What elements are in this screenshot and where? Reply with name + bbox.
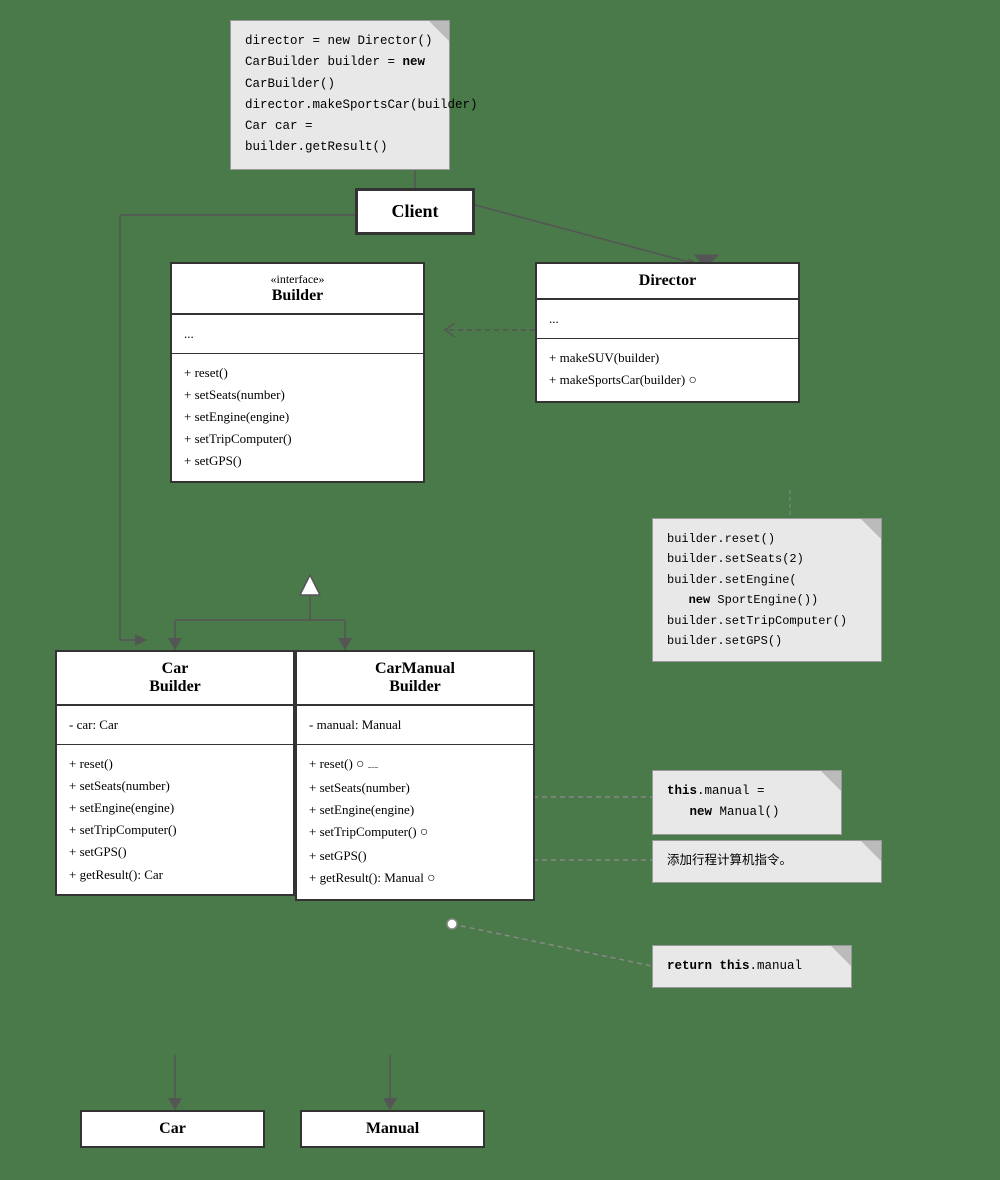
client-label: Client [392,201,439,221]
carmanual-builder-header: CarManualBuilder [297,652,533,706]
note-trip-1: 添加行程计算机指令。 [667,851,867,872]
builder-methods: + reset() + setSeats(number) + setEngine… [172,354,423,480]
cm-method-6: + getResult(): Manual ○ [309,867,521,891]
note-top-line1: director = new Director() [245,31,435,52]
note-result-1: return this.manual [667,956,837,977]
car-builder-methods: + reset() + setSeats(number) + setEngine… [57,745,293,894]
director-method-1: + makeSUV(builder) [549,347,786,369]
car-builder-field: - car: Car [57,706,293,745]
diagram-container: director = new Director() CarBuilder bui… [0,0,1000,1180]
carmanual-builder-box: CarManualBuilder - manual: Manual + rese… [295,650,535,901]
carmanual-field: - manual: Manual [297,706,533,745]
cm-method-2: + setSeats(number) [309,777,521,799]
cm-method-1: + reset() ○ [309,753,521,777]
car-product-label: Car [82,1112,263,1146]
cm-method-4: + setTripComputer() ○ [309,821,521,845]
cm-method-3: + setEngine(engine) [309,799,521,821]
cb-method-3: + setEngine(engine) [69,797,281,819]
builder-method-2: + setSeats(number) [184,384,411,406]
cb-method-2: + setSeats(number) [69,775,281,797]
client-box: Client [355,188,475,235]
director-method-2: + makeSportsCar(builder) ○ [549,369,786,393]
note-reset-1: this.manual = [667,781,827,802]
manual-product-label: Manual [302,1112,483,1146]
builder-name: Builder [184,287,411,305]
director-box: Director ... + makeSUV(builder) + makeSp… [535,262,800,403]
note-getresult: return this.manual [652,945,852,988]
builder-method-4: + setTripComputer() [184,428,411,450]
builder-method-5: + setGPS() [184,450,411,472]
builder-interface-box: «interface» Builder ... + reset() + setS… [170,262,425,483]
note-dir-3: builder.setEngine( [667,570,867,590]
note-director: builder.reset() builder.setSeats(2) buil… [652,518,882,662]
director-methods: + makeSUV(builder) + makeSportsCar(build… [537,339,798,401]
note-dir-1: builder.reset() [667,529,867,549]
car-builder-name: CarBuilder [69,660,281,696]
director-header: Director [537,264,798,300]
note-reset: this.manual = new Manual() [652,770,842,835]
director-section1: ... [537,300,798,339]
cm-method-5: + setGPS() [309,845,521,867]
manual-product-box: Manual [300,1110,485,1148]
note-top-line2: CarBuilder builder = new CarBuilder() [245,52,435,95]
car-builder-box: CarBuilder - car: Car + reset() + setSea… [55,650,295,896]
builder-interface-header: «interface» Builder [172,264,423,315]
builder-section1: ... [172,315,423,354]
note-dir-4: new SportEngine()) [667,590,867,610]
note-top: director = new Director() CarBuilder bui… [230,20,450,170]
builder-stereotype: «interface» [184,272,411,287]
cb-method-5: + setGPS() [69,841,281,863]
note-dir-2: builder.setSeats(2) [667,549,867,569]
note-tripcomputer: 添加行程计算机指令。 [652,840,882,883]
carmanual-methods: + reset() ○ + setSeats(number) + setEngi… [297,745,533,899]
car-builder-header: CarBuilder [57,652,293,706]
builder-method-3: + setEngine(engine) [184,406,411,428]
note-dir-5: builder.setTripComputer() [667,611,867,631]
builder-method-1: + reset() [184,362,411,384]
note-top-line4: Car car = builder.getResult() [245,116,435,159]
car-product-box: Car [80,1110,265,1148]
cb-method-4: + setTripComputer() [69,819,281,841]
note-dir-6: builder.setGPS() [667,631,867,651]
note-top-line3: director.makeSportsCar(builder) [245,95,435,116]
cb-method-6: + getResult(): Car [69,864,281,886]
note-reset-2: new Manual() [667,802,827,823]
director-name: Director [549,272,786,290]
cb-method-1: + reset() [69,753,281,775]
carmanual-builder-name: CarManualBuilder [309,660,521,696]
